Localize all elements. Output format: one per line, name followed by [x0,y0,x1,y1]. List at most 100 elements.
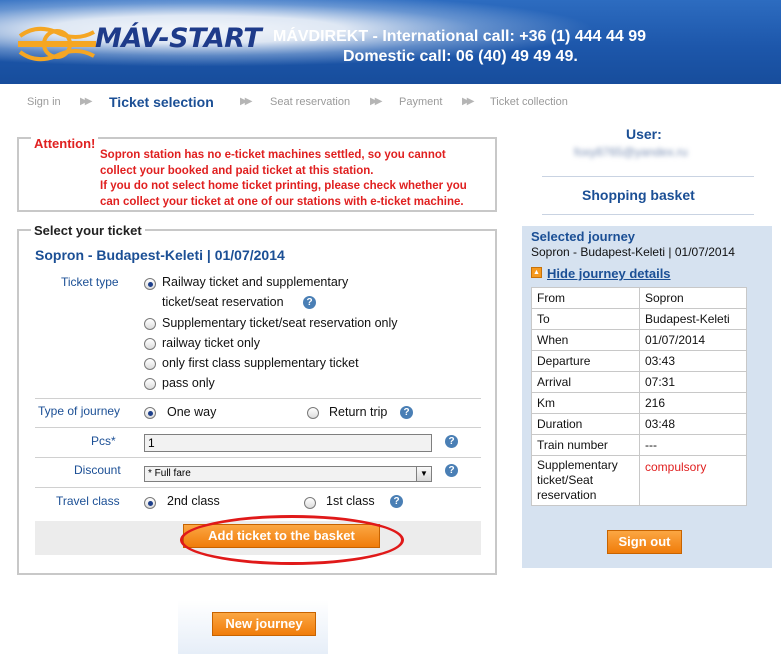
step-ticket-selection[interactable]: Ticket selection [109,94,214,110]
option-first-class: 1st class [326,494,375,508]
ticket-type-label: Ticket type [61,275,119,289]
detail-value: compulsory [639,455,747,506]
page: MÁV-START MÁVDIREKT - International call… [0,0,781,654]
step-arrow-icon: ▶▶ [370,96,383,107]
highlight-annotation [180,515,404,565]
step-arrow-icon: ▶▶ [80,96,93,107]
hide-journey-details-link[interactable]: Hide journey details [547,266,671,281]
select-ticket-legend: Select your ticket [31,223,145,238]
radio-pass-only[interactable] [144,378,156,390]
option-second-class: 2nd class [167,494,220,508]
selected-route: Sopron - Budapest-Keleti | 01/07/2014 [531,245,735,259]
step-sign-in[interactable]: Sign in [27,96,61,108]
table-row: Km 216 [531,392,747,414]
help-icon[interactable]: ? [445,464,458,477]
table-row: Train number --- [531,434,747,456]
radio-return-trip[interactable] [307,407,319,419]
attention-message: Sopron station has no e-ticket machines … [100,148,495,210]
option-return-trip: Return trip [329,405,388,419]
attention-title: Attention! [31,136,99,151]
divider [35,398,481,399]
detail-value: 03:43 [639,350,747,372]
discount-select[interactable]: * Full fare ▼ [144,466,432,482]
detail-key: Supplementary ticket/Seat reservation [531,455,640,506]
user-label: User: [626,126,662,142]
table-row: Arrival 07:31 [531,371,747,393]
step-arrow-icon: ▶▶ [240,96,253,107]
detail-key: Km [531,392,640,414]
option-railway-only: railway ticket only [162,336,260,350]
step-seat-reservation: Seat reservation [270,96,351,108]
discount-value: * Full fare [148,468,191,479]
pcs-input[interactable]: 1 [144,434,432,452]
step-payment: Payment [399,96,443,108]
progress-steps: Sign in ▶▶ Ticket selection ▶▶ Seat rese… [8,88,781,118]
radio-supplementary-only[interactable] [144,318,156,330]
radio-second-class[interactable] [144,497,156,509]
detail-value: 216 [639,392,747,414]
detail-key: From [531,287,640,309]
divider [35,487,481,488]
detail-key: When [531,329,640,351]
international-call: MÁVDIREKT - International call: +36 (1) … [273,28,647,45]
detail-value: --- [639,434,747,456]
attention-line: can collect your ticket at one of our st… [100,195,464,208]
divider [542,176,754,177]
detail-value: 07:31 [639,371,747,393]
detail-key: Train number [531,434,640,456]
option-first-class-supplementary: only first class supplementary ticket [162,356,359,370]
table-row: Duration 03:48 [531,413,747,435]
divider [35,427,481,428]
detail-value: Sopron [639,287,747,309]
discount-label: Discount [74,463,121,477]
detail-key: Departure [531,350,640,372]
attention-line: collect your booked and paid ticket at t… [100,164,374,177]
detail-key: Duration [531,413,640,435]
option-railway-supplementary: Railway ticket and supplementary [162,275,349,289]
detail-key: Arrival [531,371,640,393]
option-supplementary-only: Supplementary ticket/seat reservation on… [162,316,398,330]
table-row: Supplementary ticket/Seat reservation com… [531,455,747,506]
journey-type-label: Type of journey [38,404,121,418]
radio-first-class[interactable] [304,497,316,509]
radio-railway-supplementary[interactable] [144,278,156,290]
new-journey-button[interactable]: New journey [212,612,316,636]
chevron-down-icon[interactable]: ▼ [416,467,431,481]
detail-key: To [531,308,640,330]
table-row: Departure 03:43 [531,350,747,372]
help-icon[interactable]: ? [400,406,413,419]
pcs-label: Pcs* [91,434,116,448]
step-ticket-collection: Ticket collection [490,96,568,108]
selected-journey-label: Selected journey [531,229,636,244]
travel-class-label: Travel class [56,494,120,508]
table-row: To Budapest-Keleti [531,308,747,330]
collapse-icon[interactable]: ▲ [531,267,542,278]
option-one-way: One way [167,405,217,419]
step-arrow-icon: ▶▶ [462,96,475,107]
journey-title: Sopron - Budapest-Keleti | 01/07/2014 [35,247,285,263]
user-panel: User: foxy8765@yandex.ru Shopping basket [522,118,772,218]
help-icon[interactable]: ? [303,296,316,309]
sign-out-button[interactable]: Sign out [607,530,682,554]
attention-box: Attention! Sopron station has no e-ticke… [17,136,497,212]
radio-first-class-supplementary[interactable] [144,358,156,370]
help-icon[interactable]: ? [445,435,458,448]
help-icon[interactable]: ? [390,495,403,508]
detail-value: 01/07/2014 [639,329,747,351]
shopping-basket-label[interactable]: Shopping basket [582,187,695,203]
detail-value: 03:48 [639,413,747,435]
attention-line: Sopron station has no e-ticket machines … [100,149,446,161]
radio-one-way[interactable] [144,407,156,419]
option-railway-supplementary-cont: ticket/seat reservation [162,295,284,309]
header-banner: MÁV-START MÁVDIREKT - International call… [0,0,781,84]
option-pass-only: pass only [162,376,215,390]
shopping-basket-panel: Selected journey Sopron - Budapest-Kelet… [522,226,772,568]
logo-text: MÁV-START [95,23,262,54]
table-row: From Sopron [531,287,747,309]
divider [35,457,481,458]
domestic-call: Domestic call: 06 (40) 49 49 49. [343,48,578,65]
radio-railway-only[interactable] [144,338,156,350]
detail-value: Budapest-Keleti [639,308,747,330]
user-email: foxy8765@yandex.ru [574,145,688,159]
table-row: When 01/07/2014 [531,329,747,351]
